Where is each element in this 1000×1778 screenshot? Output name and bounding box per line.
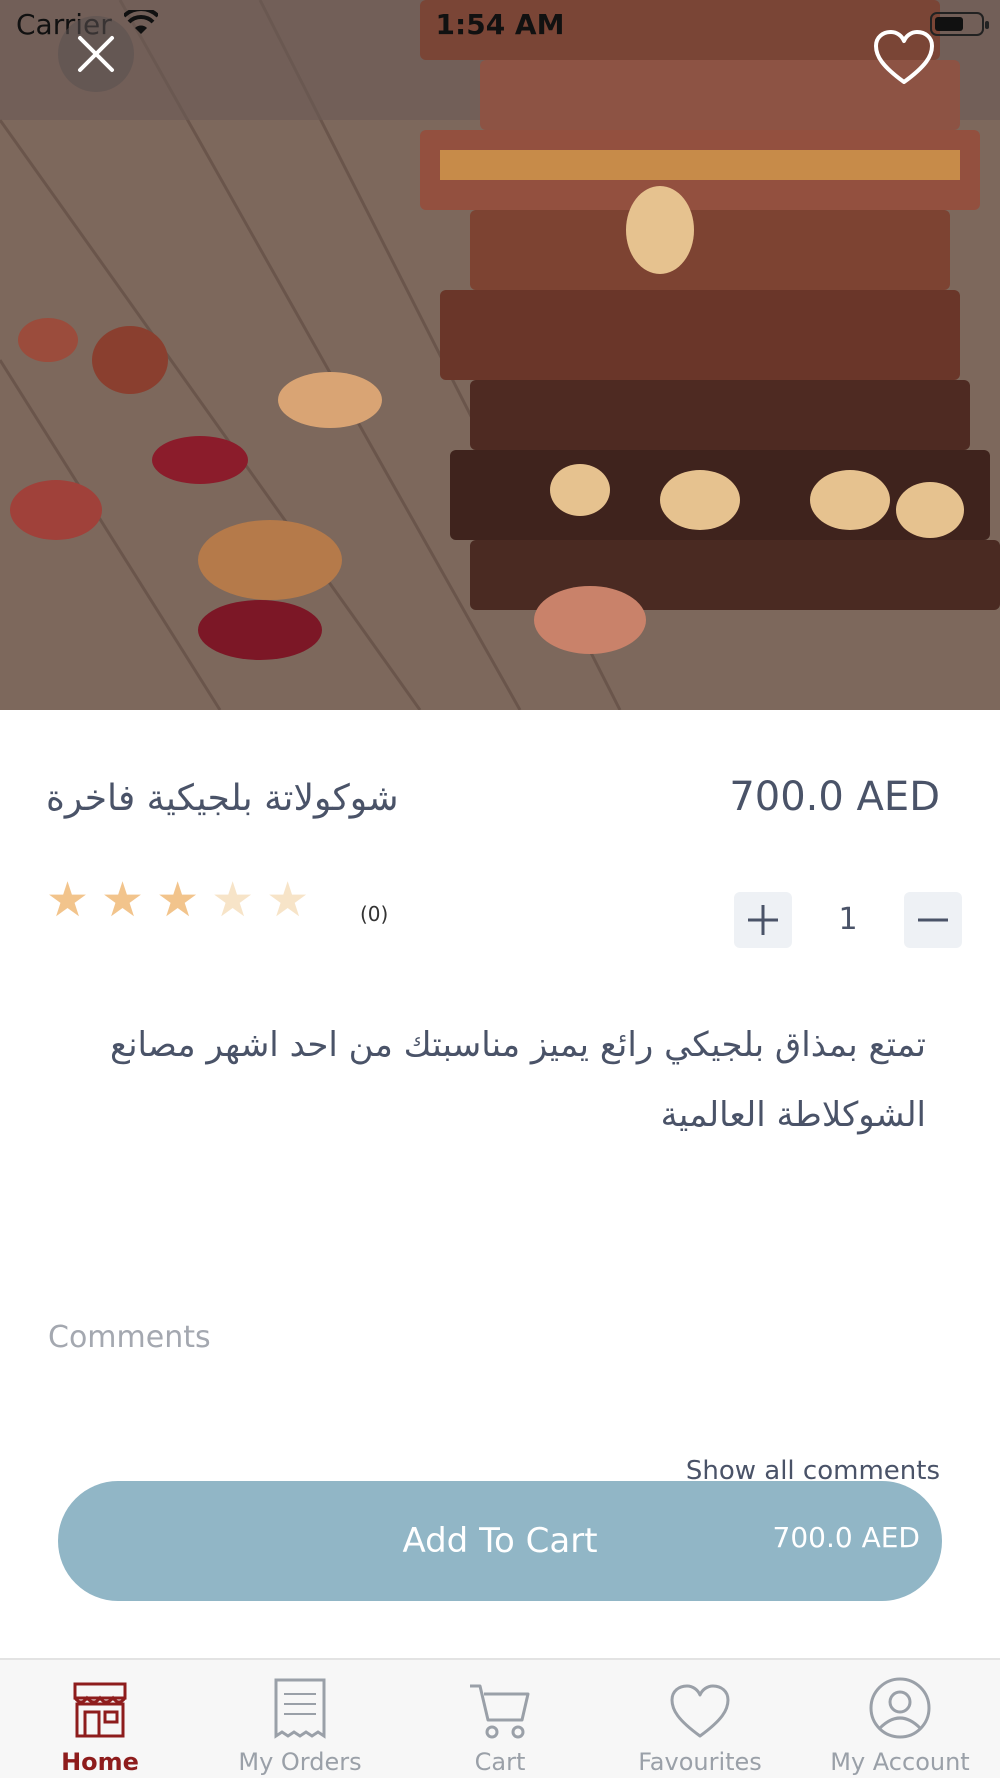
product-title: شوكولاتة بلجيكية فاخرة bbox=[46, 778, 399, 819]
plus-icon bbox=[748, 905, 778, 935]
add-to-cart-price: 700.0 AED bbox=[772, 1521, 920, 1554]
tab-bar: Home My Orders Cart Favourites My Accoun… bbox=[0, 1658, 1000, 1778]
chocolate-stack-illustration bbox=[0, 0, 1000, 710]
heart-icon bbox=[668, 1674, 732, 1740]
tab-home[interactable]: Home bbox=[0, 1660, 200, 1778]
tab-my-account[interactable]: My Account bbox=[800, 1660, 1000, 1778]
tab-my-orders[interactable]: My Orders bbox=[200, 1660, 400, 1778]
receipt-icon bbox=[272, 1674, 328, 1740]
favourite-button[interactable] bbox=[872, 28, 936, 88]
heart-icon bbox=[874, 30, 934, 84]
quantity-value: 1 bbox=[838, 902, 858, 937]
add-to-cart-label: Add To Cart bbox=[402, 1521, 598, 1561]
comments-heading: Comments bbox=[48, 1320, 211, 1355]
tab-label: Favourites bbox=[638, 1748, 762, 1776]
quantity-decrease-button[interactable] bbox=[904, 892, 962, 948]
star-icon[interactable]: ★ bbox=[46, 870, 89, 930]
product-price: 700.0 AED bbox=[729, 774, 940, 820]
tab-label: Home bbox=[61, 1748, 139, 1776]
rating-stars[interactable]: ★ ★ ★ ★ ★ bbox=[46, 870, 309, 930]
account-icon bbox=[868, 1674, 932, 1740]
close-icon bbox=[78, 36, 114, 72]
clock: 1:54 AM bbox=[435, 8, 565, 41]
battery-icon bbox=[930, 12, 989, 36]
star-icon[interactable]: ★ bbox=[156, 870, 199, 930]
minus-icon bbox=[918, 918, 948, 922]
add-to-cart-button[interactable]: Add To Cart 700.0 AED bbox=[58, 1481, 942, 1601]
status-bar: Carrier 1:54 AM bbox=[0, 0, 1000, 50]
tab-label: My Account bbox=[830, 1748, 970, 1776]
quantity-increase-button[interactable] bbox=[734, 892, 792, 948]
close-button[interactable] bbox=[58, 16, 134, 92]
star-icon[interactable]: ★ bbox=[101, 870, 144, 930]
tab-label: Cart bbox=[474, 1748, 526, 1776]
product-image bbox=[0, 0, 1000, 710]
star-icon[interactable]: ★ bbox=[211, 870, 254, 930]
cart-icon bbox=[468, 1674, 532, 1740]
star-icon[interactable]: ★ bbox=[266, 870, 309, 930]
tab-label: My Orders bbox=[238, 1748, 362, 1776]
tab-cart[interactable]: Cart bbox=[400, 1660, 600, 1778]
product-description: تمتع بمذاق بلجيكي رائع يميز مناسبتك من ا… bbox=[109, 1025, 926, 1135]
store-icon bbox=[69, 1674, 131, 1740]
tab-favourites[interactable]: Favourites bbox=[600, 1660, 800, 1778]
rating-count: (0) bbox=[360, 902, 389, 926]
